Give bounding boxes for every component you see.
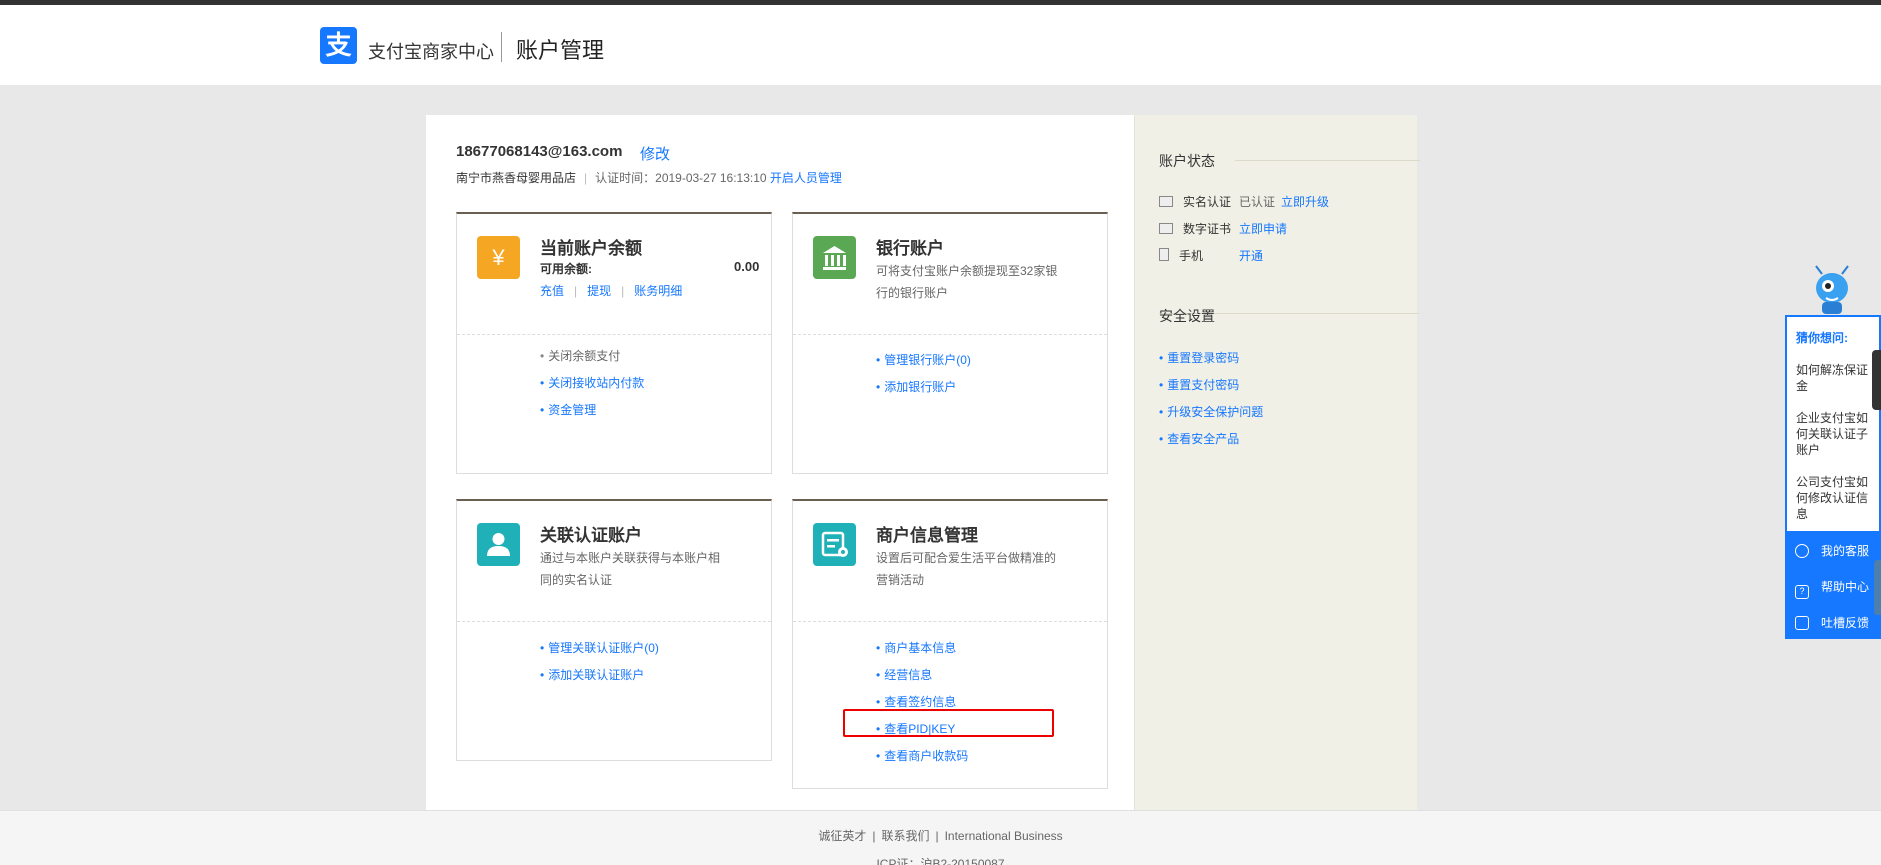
balance-actions: 充值 | 提现 | 账务明细 [540,284,683,298]
phone-icon [1159,248,1169,261]
linked-options: 管理关联认证账户(0) 添加关联认证账户 [540,635,659,689]
available-balance-label: 可用余额: [540,262,592,276]
business-info-item[interactable]: 经营信息 [876,662,968,689]
view-security-products-item[interactable]: 查看安全产品 [1159,426,1263,453]
headset-icon [1795,544,1809,558]
upgrade-security-question-item[interactable]: 升级安全保护问题 [1159,399,1263,426]
manage-linked-accounts-item[interactable]: 管理关联认证账户(0) [540,635,659,662]
enable-phone-link[interactable]: 开通 [1239,249,1263,263]
help-widget: 猜你想问: 如何解冻保证金 企业支付宝如何关联认证子账户 公司支付宝如何修改认证… [1785,315,1881,639]
faq-question[interactable]: 如何解冻保证金 [1796,362,1870,394]
footer-links: 诚征英才 | 联系我们 | International Business [818,829,1063,843]
help-icon: ? [1795,585,1809,599]
balance-options: 关闭余额支付 关闭接收站内付款 资金管理 [540,343,644,424]
withdraw-link[interactable]: 提现 [587,284,611,298]
my-service-button[interactable]: 我的客服 [1785,533,1881,569]
status-row-realname: 实名认证 已认证 立即升级 [1159,193,1329,210]
card-divider [793,621,1107,622]
logo-text[interactable]: 支付宝商家中心 [368,38,494,64]
alipay-logo[interactable]: 支 [320,27,357,64]
careers-link[interactable]: 诚征英才 [818,829,866,843]
card-divider [793,334,1107,335]
reset-pay-password-item[interactable]: 重置支付密码 [1159,372,1263,399]
status-row-phone: 手机 开通 [1159,247,1263,264]
help-center-button[interactable]: ? 帮助中心 [1785,569,1881,605]
bank-card: 银行账户 可将支付宝账户余额提现至32家银行的银行账户 管理银行账户(0) 添加… [792,212,1108,474]
close-site-payment-item[interactable]: 关闭接收站内付款 [540,370,644,397]
account-email: 18677068143@163.com [456,143,623,160]
recharge-link[interactable]: 充值 [540,284,564,298]
widget-handle[interactable] [1872,350,1881,410]
page-title: 账户管理 [516,38,605,63]
feedback-icon [1795,616,1809,630]
bank-card-desc: 可将支付宝账户余额提现至32家银行的银行账户 [876,264,1058,300]
feedback-button[interactable]: 吐槽反馈 [1785,605,1881,641]
upgrade-link[interactable]: 立即升级 [1281,195,1329,209]
ant-robot-icon[interactable] [1808,264,1856,316]
merchant-info-card: 商户信息管理 设置后可配合爱生活平台做精准的营销活动 商户基本信息 经营信息 查… [792,499,1108,789]
security-settings-title: 安全设置 [1159,308,1215,324]
balance-card: ¥ 当前账户余额 可用余额: 0.00 充值|提现|账务明细 关闭余额支付 关闭… [456,212,772,474]
main-panel: 18677068143@163.com 修改 南宁市燕香母婴用品店 | 认证时间：2… [426,115,1134,810]
account-status-title: 账户状态 [1159,153,1215,169]
manage-bank-accounts-item[interactable]: 管理银行账户(0) [876,347,971,374]
merchant-basic-info-item[interactable]: 商户基本信息 [876,635,968,662]
bank-icon [813,236,856,279]
fund-management-item[interactable]: 资金管理 [540,397,644,424]
edit-email-link[interactable]: 修改 [640,143,670,164]
card-divider [457,621,771,622]
pid-key-highlight-box [843,709,1054,737]
balance-card-title: 当前账户余额 [540,239,642,258]
header: 支 支付宝商家中心 账户管理 [0,5,1881,85]
staff-management-link[interactable]: 开启人员管理 [770,171,842,185]
add-linked-account-item[interactable]: 添加关联认证账户 [540,662,659,689]
status-title-line [1235,160,1420,161]
side-panel: 账户状态 实名认证已认证立即升级 数字证书立即申请 手机开通 安全设置 重置登录… [1134,115,1420,810]
account-subline: 南宁市燕香母婴用品店 | 认证时间：2019-03-27 16:13:10 开启人员… [456,171,842,185]
money-bag-icon: ¥ [477,236,520,279]
faq-panel: 猜你想问: 如何解冻保证金 企业支付宝如何关联认证子账户 公司支付宝如何修改认证… [1787,317,1879,531]
card-divider [457,334,771,335]
available-balance-value: 0.00 [734,259,760,274]
cert-time: 认证时间：2019-03-27 16:13:10 [595,171,767,185]
linked-card-title: 关联认证账户 [540,526,642,545]
footer: 诚征英才 | 联系我们 | International Business ICP证：沪B… [0,810,1881,865]
close-balance-pay-item[interactable]: 关闭余额支付 [540,343,644,370]
faq-question[interactable]: 公司支付宝如何修改认证信息 [1796,474,1870,522]
bank-card-title: 银行账户 [876,239,944,258]
add-bank-account-item[interactable]: 添加银行账户 [876,374,971,401]
scroll-handle[interactable] [1874,560,1881,615]
faq-title: 猜你想问: [1796,331,1848,345]
merchant-card-desc: 设置后可配合爱生活平台做精准的营销活动 [876,551,1057,587]
certificate-icon [1159,223,1173,234]
statement-link[interactable]: 账务明细 [634,284,682,298]
merchant-options: 商户基本信息 经营信息 查看签约信息 查看PID|KEY 查看商户收款码 [876,635,968,770]
faq-question[interactable]: 企业支付宝如何关联认证子账户 [1796,410,1870,458]
shop-name: 南宁市燕香母婴用品店 [456,171,577,185]
linked-account-card: 关联认证账户 通过与本账户关联获得与本账户相同的实名认证 管理关联认证账户(0)… [456,499,772,761]
user-icon [477,523,520,566]
security-list: 重置登录密码 重置支付密码 升级安全保护问题 查看安全产品 [1159,345,1263,453]
merchant-qr-code-item[interactable]: 查看商户收款码 [876,743,968,770]
bank-options: 管理银行账户(0) 添加银行账户 [876,347,971,401]
merchant-card-title: 商户信息管理 [876,526,978,545]
international-link[interactable]: International Business [945,829,1063,843]
reset-login-password-item[interactable]: 重置登录密码 [1159,345,1263,372]
contact-link[interactable]: 联系我们 [881,829,929,843]
apply-cert-link[interactable]: 立即申请 [1239,222,1287,236]
icp-license: ICP证：沪B2-20150087 [876,857,1005,865]
header-divider [501,32,502,62]
id-card-icon [1159,196,1173,207]
merchant-settings-icon [813,523,856,566]
status-row-cert: 数字证书 立即申请 [1159,220,1287,237]
linked-card-desc: 通过与本账户关联获得与本账户相同的实名认证 [540,551,721,587]
